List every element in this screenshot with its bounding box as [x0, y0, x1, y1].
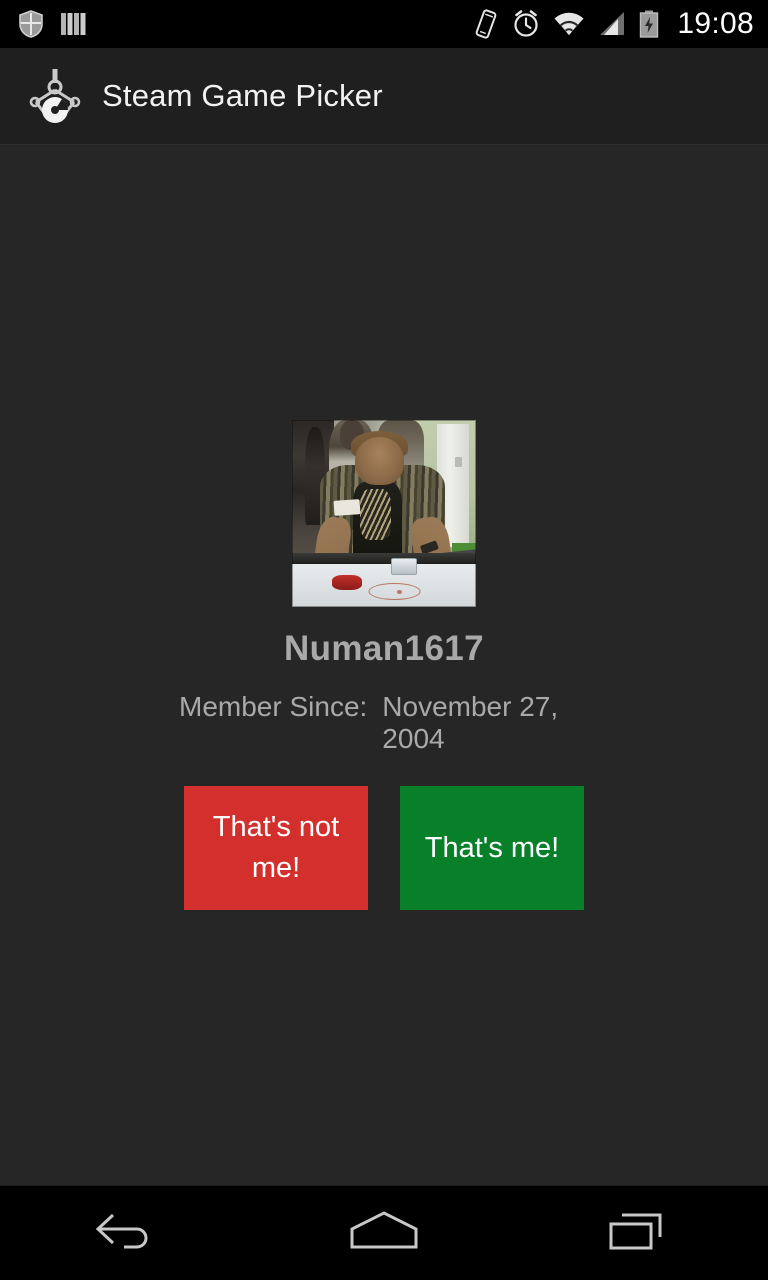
- thats-me-button[interactable]: That's me!: [400, 786, 584, 911]
- home-icon: [344, 1209, 424, 1258]
- columns-icon: [60, 11, 88, 37]
- cellular-signal-icon: [598, 11, 626, 37]
- shield-icon: [18, 10, 44, 38]
- nav-back-button[interactable]: [48, 1186, 208, 1280]
- android-screen: 19:08 Steam Game Picker Numan1617 Member…: [0, 0, 768, 1280]
- alarm-clock-icon: [512, 9, 540, 39]
- claw-crane-disc-icon[interactable]: [24, 65, 86, 127]
- vibrate-icon: [473, 9, 499, 39]
- profile-username: Numan1617: [283, 629, 485, 668]
- thats-not-me-button[interactable]: That's not me!: [184, 786, 368, 911]
- profile-avatar: [292, 420, 476, 607]
- status-bar: 19:08: [0, 0, 768, 48]
- recent-apps-icon: [605, 1207, 675, 1260]
- back-arrow-icon: [93, 1209, 163, 1258]
- nav-home-button[interactable]: [304, 1186, 464, 1280]
- system-navigation-bar: [0, 1185, 768, 1280]
- member-since-label: Member Since:: [179, 691, 368, 722]
- confirmation-buttons: That's not me! That's me!: [184, 786, 584, 911]
- app-title: Steam Game Picker: [102, 78, 383, 113]
- battery-charging-icon: [639, 10, 659, 38]
- status-bar-system-icons: 19:08: [473, 9, 754, 39]
- app-action-bar: Steam Game Picker: [0, 48, 768, 145]
- nav-recents-button[interactable]: [560, 1186, 720, 1280]
- member-since-row: Member Since: November 27, 2004: [179, 691, 589, 754]
- wifi-icon: [553, 11, 585, 37]
- status-bar-notifications: [18, 10, 88, 38]
- status-bar-clock: 19:08: [677, 7, 754, 40]
- avatar-border: [292, 420, 476, 607]
- profile-confirmation-screen: Numan1617 Member Since: November 27, 200…: [0, 145, 768, 1185]
- member-since-value: November 27, 2004: [382, 691, 559, 754]
